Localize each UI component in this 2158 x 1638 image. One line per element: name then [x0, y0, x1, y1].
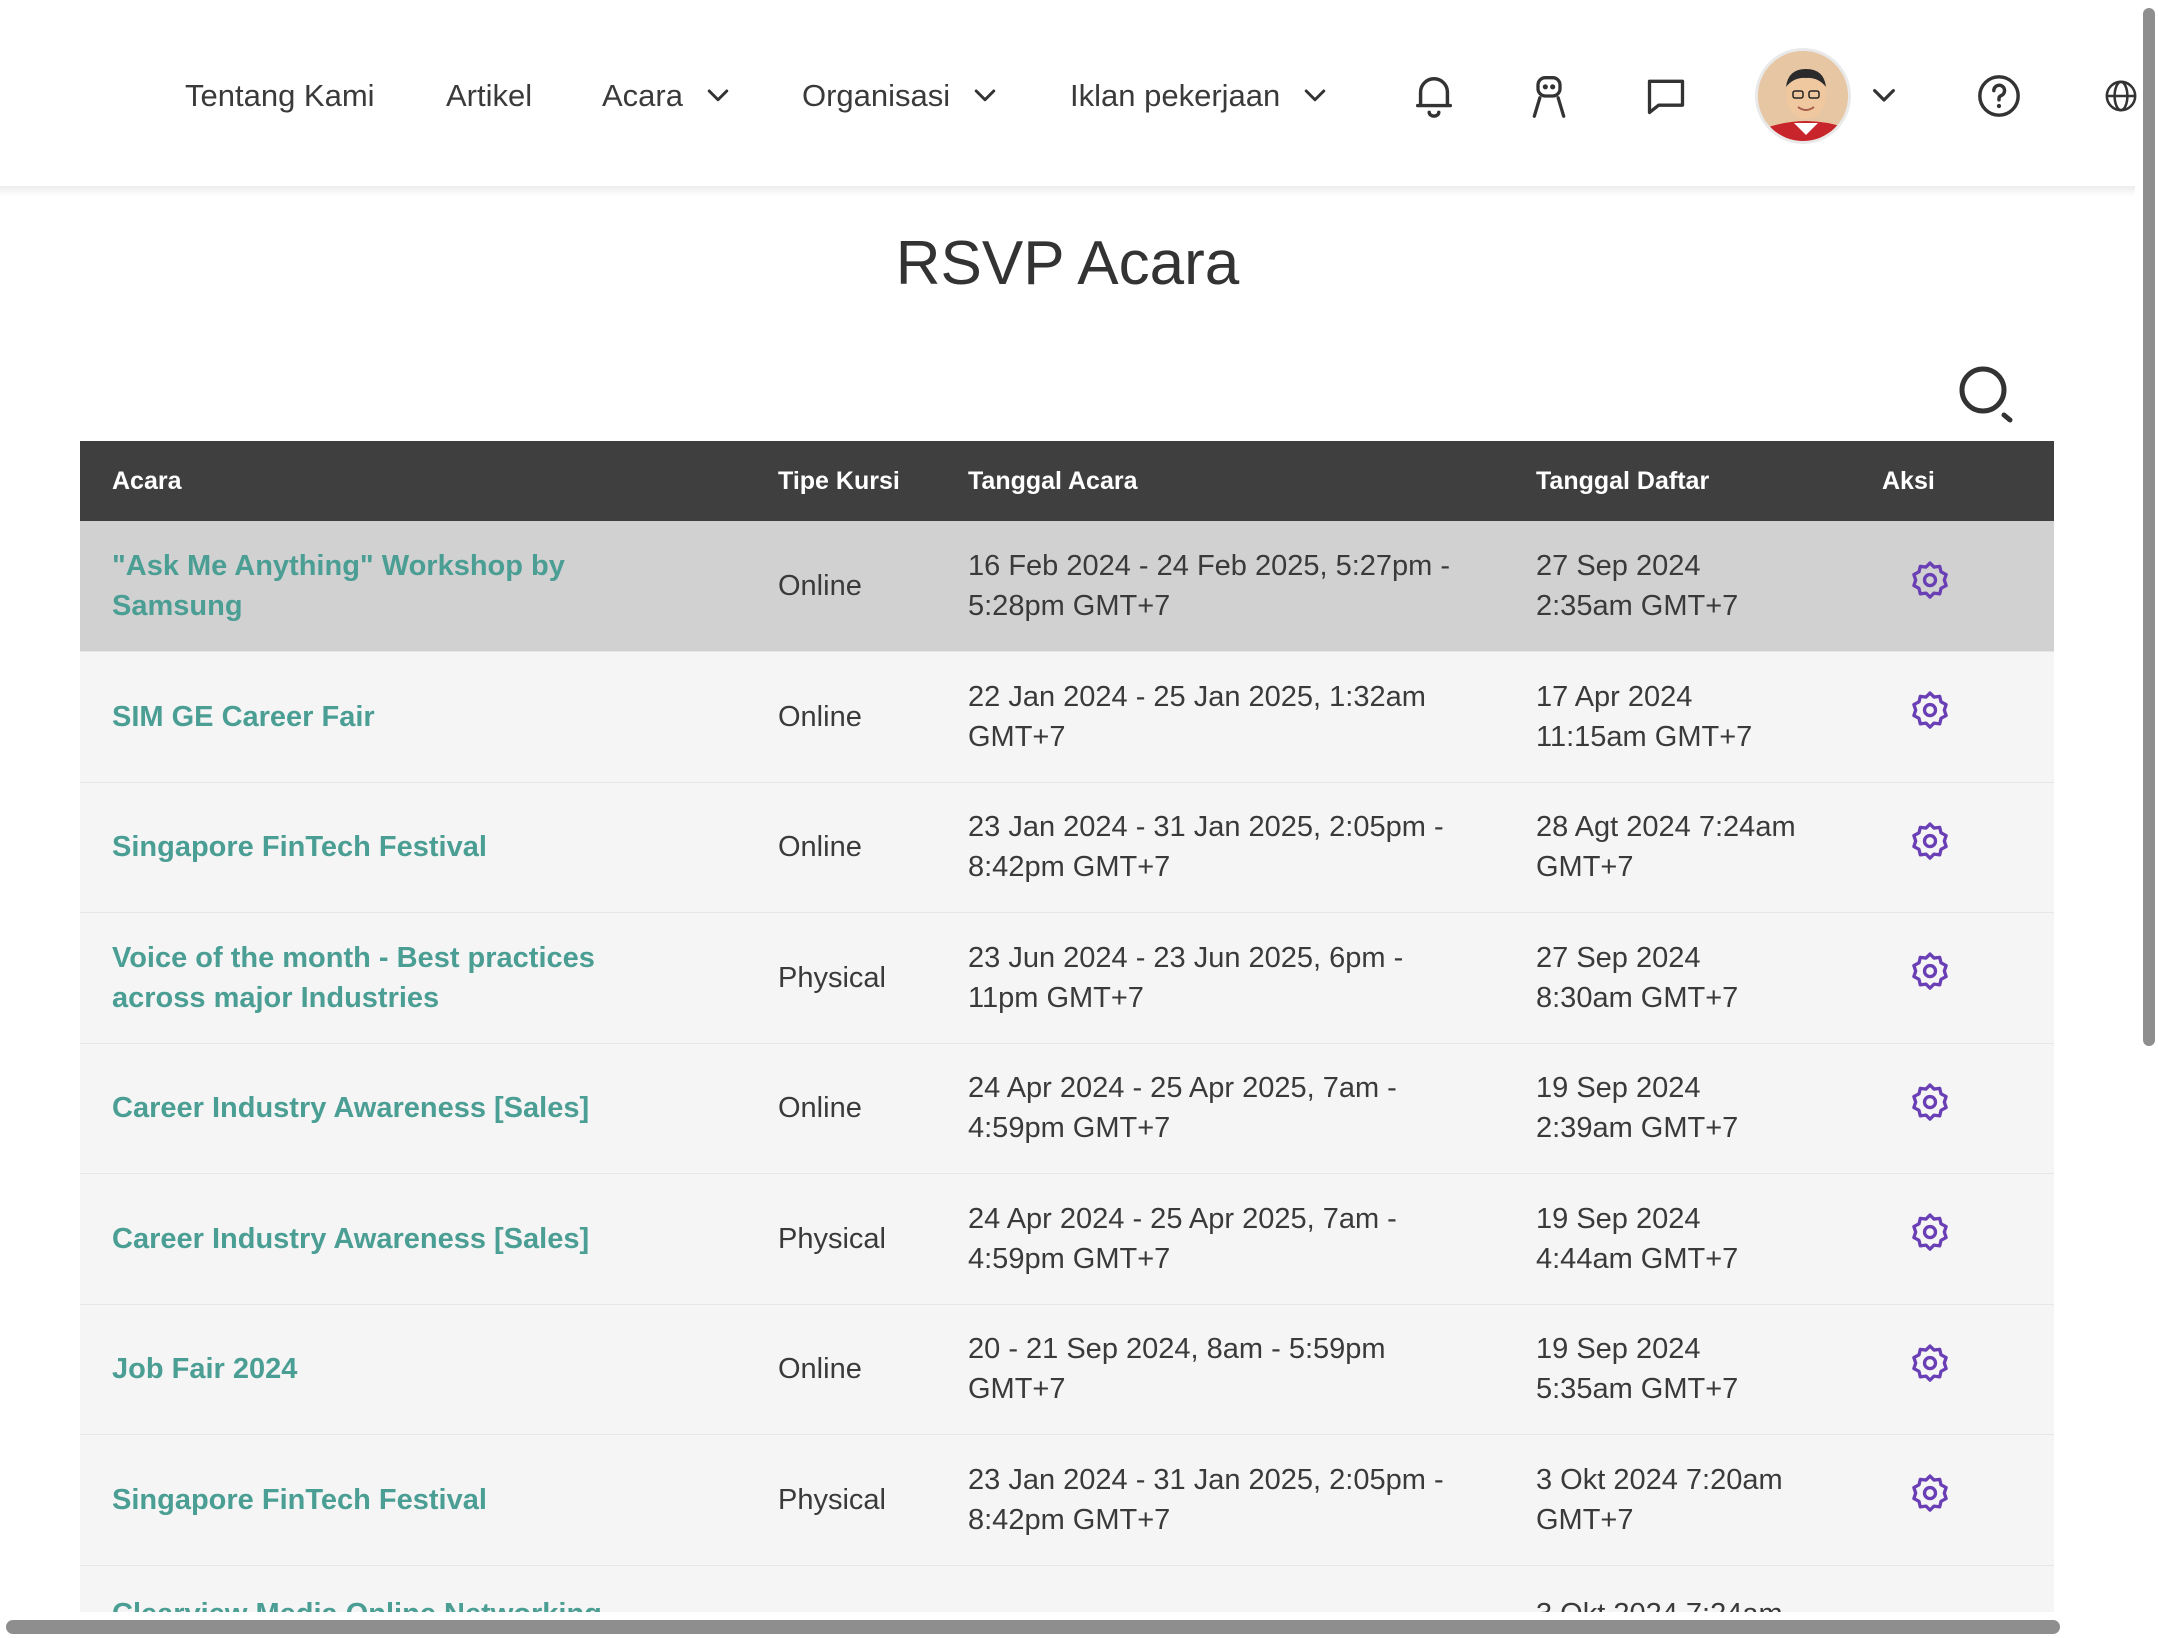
event-link[interactable]: SIM GE Career Fair	[112, 697, 746, 737]
nav-label: Acara	[602, 78, 683, 113]
event-link[interactable]: Singapore FinTech Festival	[112, 827, 746, 867]
gear-icon[interactable]	[1908, 950, 1952, 994]
nav-artikel[interactable]: Artikel	[446, 72, 532, 120]
gear-icon[interactable]	[1908, 1342, 1952, 1386]
gear-icon[interactable]	[1908, 689, 1952, 733]
chevron-down-icon	[1300, 81, 1330, 111]
table-header-row: Acara Tipe Kursi Tanggal Acara Tanggal D…	[80, 441, 2054, 521]
chevron-down-icon	[703, 81, 733, 111]
nav-tentang-kami[interactable]: Tentang Kami	[185, 72, 375, 120]
table-row[interactable]: Career Industry Awareness [Sales] Physic…	[80, 1173, 2054, 1304]
event-date-cell: 20 - 21 Sep 2024, 8am - 5:59pm GMT+7	[968, 1333, 1386, 1406]
nav-label: Organisasi	[802, 78, 951, 113]
horizontal-scrollbar[interactable]	[6, 1620, 2060, 1634]
nav-label: Artikel	[446, 78, 533, 113]
seat-type-cell: Online	[778, 700, 862, 733]
gear-icon[interactable]	[1908, 559, 1952, 603]
column-header-acara[interactable]: Acara	[80, 441, 746, 521]
register-date-cell: 28 Agt 2024 7:24am GMT+7	[1536, 811, 1796, 884]
top-navigation: Tentang Kami Artikel Acara Organisasi Ik…	[0, 0, 2138, 186]
table-row[interactable]: "Ask Me Anything" Workshop by Samsung On…	[80, 521, 2054, 652]
event-link[interactable]: Career Industry Awareness [Sales]	[112, 1088, 746, 1128]
chevron-down-icon	[970, 81, 1000, 111]
seat-type-cell: Online	[778, 1092, 862, 1125]
table-row[interactable]: Job Fair 2024 Online 20 - 21 Sep 2024, 8…	[80, 1304, 2054, 1435]
table-row[interactable]: Voice of the month - Best practices acro…	[80, 912, 2054, 1043]
event-date-cell	[936, 1565, 1504, 1612]
page-title: RSVP Acara	[895, 229, 1240, 298]
register-date-cell: 19 Sep 2024 4:44am GMT+7	[1536, 1202, 1739, 1275]
vertical-scrollbar[interactable]	[2143, 8, 2155, 1046]
register-date-cell: 3 Okt 2024 7:24am	[1504, 1565, 1844, 1613]
event-date-cell: 24 Apr 2024 - 25 Apr 2025, 7am - 4:59pm …	[968, 1072, 1397, 1145]
register-date-cell: 19 Sep 2024 2:39am GMT+7	[1536, 1072, 1739, 1145]
column-header-aksi: Aksi	[1882, 466, 1935, 495]
table-row[interactable]: Singapore FinTech Festival Online 23 Jan…	[80, 782, 2054, 913]
column-header-tipe-kursi[interactable]: Tipe Kursi	[746, 441, 936, 521]
register-date-cell: 3 Okt 2024 7:20am GMT+7	[1536, 1463, 1783, 1536]
table-row[interactable]: Clearview Media Online Networking 3 Okt …	[80, 1565, 2054, 1612]
event-date-cell: 23 Jun 2024 - 23 Jun 2025, 6pm - 11pm GM…	[968, 941, 1404, 1014]
seat-type-cell	[746, 1565, 936, 1612]
nav-iklan-pekerjaan-dropdown[interactable]: Iklan pekerjaan	[1070, 72, 1330, 120]
gear-icon[interactable]	[1908, 1211, 1952, 1255]
topbar-divider	[0, 186, 2135, 196]
register-date-cell: 19 Sep 2024 5:35am GMT+7	[1536, 1333, 1739, 1406]
gear-icon[interactable]	[1908, 1610, 1952, 1612]
nav-acara-dropdown[interactable]: Acara	[602, 72, 733, 120]
event-date-cell: 24 Apr 2024 - 25 Apr 2025, 7am - 4:59pm …	[968, 1202, 1397, 1275]
event-link[interactable]: Singapore FinTech Festival	[112, 1480, 746, 1520]
seat-type-cell: Physical	[778, 1483, 886, 1516]
column-header-tanggal-daftar[interactable]: Tanggal Daftar	[1504, 441, 1844, 521]
event-link[interactable]: "Ask Me Anything" Workshop by Samsung	[112, 546, 746, 626]
seat-type-cell: Physical	[778, 961, 886, 994]
nav-label: Iklan pekerjaan	[1070, 78, 1281, 113]
nav-label: Tentang Kami	[185, 78, 375, 113]
event-link[interactable]: Clearview Media Online Networking	[112, 1594, 746, 1613]
event-date-cell: 16 Feb 2024 - 24 Feb 2025, 5:27pm - 5:28…	[968, 550, 1451, 622]
register-date-cell: 27 Sep 2024 2:35am GMT+7	[1536, 550, 1739, 622]
chat-icon[interactable]	[1640, 70, 1692, 122]
seat-type-cell: Online	[778, 831, 862, 864]
seat-type-cell: Online	[778, 1353, 862, 1386]
seat-type-cell: Online	[778, 570, 862, 602]
bell-icon[interactable]	[1408, 70, 1460, 122]
gear-icon[interactable]	[1908, 1081, 1952, 1125]
table-row[interactable]: SIM GE Career Fair Online 22 Jan 2024 - …	[80, 651, 2054, 782]
event-link[interactable]: Job Fair 2024	[112, 1349, 746, 1389]
seat-type-cell: Physical	[778, 1222, 886, 1255]
gear-icon[interactable]	[1908, 1472, 1952, 1516]
nav-organisasi-dropdown[interactable]: Organisasi	[802, 72, 1000, 120]
search-icon[interactable]	[1955, 362, 2019, 426]
table-row[interactable]: Singapore FinTech Festival Physical 23 J…	[80, 1434, 2054, 1565]
globe-icon[interactable]	[2104, 70, 2138, 122]
rsvp-table: Acara Tipe Kursi Tanggal Acara Tanggal D…	[80, 441, 2054, 1612]
register-date-cell: 27 Sep 2024 8:30am GMT+7	[1536, 941, 1739, 1014]
event-link[interactable]: Career Industry Awareness [Sales]	[112, 1219, 746, 1259]
robot-icon[interactable]	[1523, 70, 1575, 122]
avatar[interactable]	[1755, 48, 1851, 144]
chevron-down-icon[interactable]	[1868, 80, 1900, 112]
event-date-cell: 22 Jan 2024 - 25 Jan 2025, 1:32am GMT+7	[968, 680, 1426, 753]
event-date-cell: 23 Jan 2024 - 31 Jan 2025, 2:05pm - 8:42…	[968, 1463, 1444, 1536]
register-date-cell: 17 Apr 2024 11:15am GMT+7	[1536, 680, 1753, 753]
gear-icon[interactable]	[1908, 820, 1952, 864]
event-link[interactable]: Voice of the month - Best practices acro…	[112, 938, 746, 1018]
help-icon[interactable]	[1973, 70, 2025, 122]
table-row[interactable]: Career Industry Awareness [Sales] Online…	[80, 1043, 2054, 1174]
column-header-tanggal-acara[interactable]: Tanggal Acara	[936, 441, 1504, 521]
event-date-cell: 23 Jan 2024 - 31 Jan 2025, 2:05pm - 8:42…	[968, 811, 1444, 884]
